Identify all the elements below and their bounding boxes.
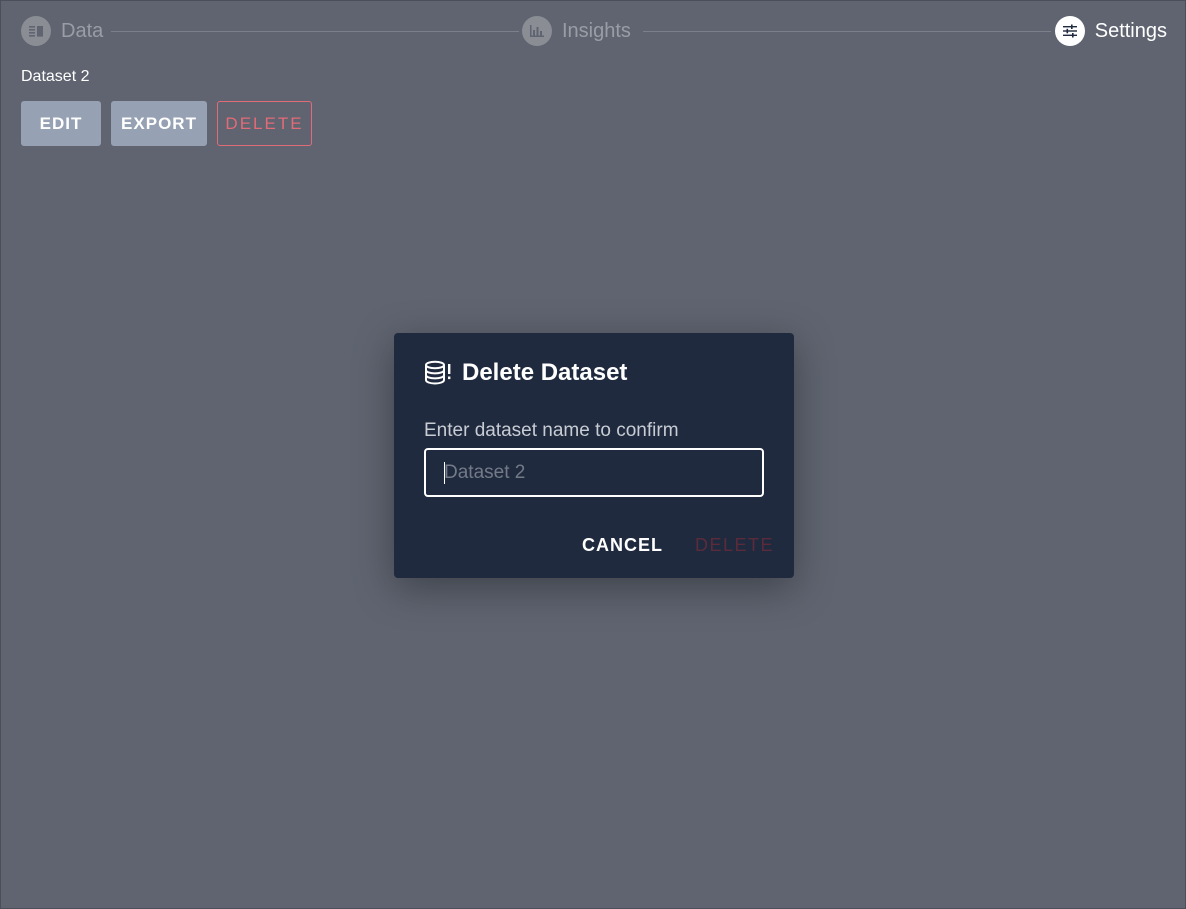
export-button[interactable]: EXPORT — [111, 101, 207, 146]
delete-button[interactable]: DELETE — [217, 101, 312, 146]
sliders-icon — [1054, 16, 1085, 46]
confirm-field-label: Enter dataset name to confirm — [424, 420, 679, 441]
confirm-delete-button[interactable]: DELETE — [695, 535, 774, 556]
step-label: Settings — [1094, 19, 1167, 42]
bar-chart-icon — [522, 16, 552, 46]
step-insights[interactable]: Insights — [522, 16, 631, 46]
stepper: Data Insights Settings — [21, 16, 1167, 46]
step-data[interactable]: Data — [21, 16, 103, 46]
confirm-name-input[interactable] — [424, 448, 764, 497]
dataset-title: Dataset 2 — [21, 68, 90, 85]
step-settings[interactable]: Settings — [1054, 16, 1167, 46]
dialog-header: Delete Dataset — [424, 359, 627, 387]
stepper-connector — [111, 31, 519, 32]
step-label: Data — [61, 19, 104, 42]
text-caret — [444, 462, 445, 484]
dataset-actions: EDIT EXPORT DELETE — [21, 101, 312, 146]
delete-dataset-dialog: Delete Dataset Enter dataset name to con… — [394, 333, 794, 578]
edit-button[interactable]: EDIT — [21, 101, 101, 146]
table-icon — [21, 16, 51, 46]
dialog-title: Delete Dataset — [462, 359, 628, 386]
cancel-button[interactable]: CANCEL — [582, 535, 663, 556]
dialog-actions: CANCEL DELETE — [582, 535, 774, 556]
step-label: Insights — [562, 19, 631, 42]
stepper-connector — [643, 31, 1051, 32]
database-alert-icon — [424, 360, 452, 386]
